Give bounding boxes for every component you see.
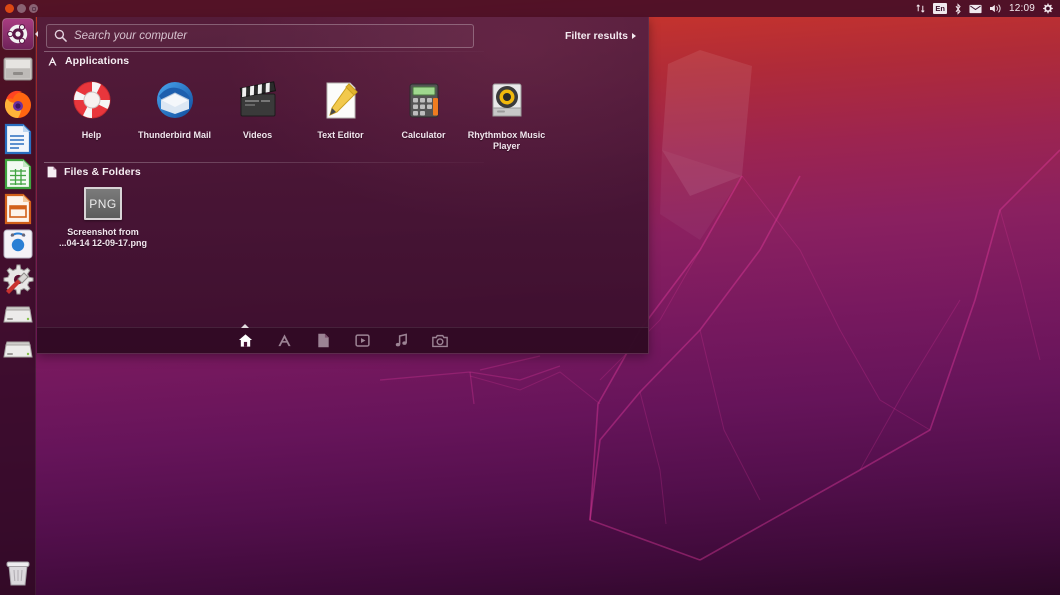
active-lens-indicator-icon bbox=[241, 324, 249, 328]
result-label: Rhythmbox Music Player bbox=[465, 130, 548, 152]
chevron-right-icon bbox=[632, 33, 636, 39]
result-item-thunderbird-mail[interactable]: Thunderbird Mail bbox=[133, 71, 216, 152]
sidebar-item-disk-2[interactable] bbox=[2, 333, 34, 365]
group-title-files-folders: Files & Folders bbox=[64, 166, 141, 178]
result-label: Thunderbird Mail bbox=[133, 130, 216, 141]
clock[interactable]: 12:09 bbox=[1009, 3, 1035, 14]
sidebar-item-ubuntu-dash-button[interactable] bbox=[2, 18, 34, 50]
filter-results-label: Filter results bbox=[565, 30, 628, 42]
result-item-calculator[interactable]: Calculator bbox=[382, 71, 465, 152]
result-item-screenshot-file[interactable]: PNG Screenshot from ...04-14 12-09-17.pn… bbox=[55, 182, 151, 249]
group-title-applications: Applications bbox=[65, 55, 129, 67]
panel-indicators: En 12:09 bbox=[915, 0, 1060, 17]
maximize-icon[interactable] bbox=[29, 4, 38, 13]
sidebar-item-system-settings[interactable] bbox=[2, 263, 34, 295]
bluetooth-icon[interactable] bbox=[954, 0, 962, 17]
calculator-icon bbox=[400, 76, 448, 124]
unity-dash: Filter results Applications bbox=[37, 17, 649, 354]
result-label: Text Editor bbox=[299, 130, 382, 141]
file-icon bbox=[47, 166, 57, 178]
group-header-files-folders: Files & Folders bbox=[37, 162, 648, 182]
text-editor-icon bbox=[317, 76, 365, 124]
files-results: PNG Screenshot from ...04-14 12-09-17.pn… bbox=[37, 182, 648, 249]
sidebar-item-files-nautilus[interactable] bbox=[2, 53, 34, 85]
gear-icon[interactable] bbox=[1042, 0, 1053, 17]
keyboard-layout-indicator[interactable]: En bbox=[933, 3, 947, 14]
dash-search-row: Filter results bbox=[37, 20, 648, 51]
lens-photos[interactable] bbox=[430, 331, 450, 351]
sidebar-item-disk-1[interactable] bbox=[2, 298, 34, 330]
volume-icon[interactable] bbox=[989, 0, 1002, 17]
minimize-icon[interactable] bbox=[17, 4, 26, 13]
sidebar-item-firefox[interactable] bbox=[2, 88, 34, 120]
png-thumbnail: PNG bbox=[84, 187, 122, 220]
videos-clapperboard-icon bbox=[234, 76, 282, 124]
search-input[interactable] bbox=[74, 30, 466, 42]
search-icon bbox=[54, 29, 67, 42]
result-label: Videos bbox=[216, 130, 299, 141]
network-icon[interactable] bbox=[915, 0, 926, 17]
help-lifering-icon bbox=[68, 76, 116, 124]
result-label: Screenshot from ...04-14 12-09-17.png bbox=[55, 227, 151, 249]
result-label: Help bbox=[50, 130, 133, 141]
lens-applications[interactable] bbox=[274, 331, 294, 351]
filter-results-button[interactable]: Filter results bbox=[565, 30, 636, 42]
applications-results: Help Thunderbird Mail bbox=[37, 71, 648, 152]
lens-video[interactable] bbox=[352, 331, 372, 351]
result-item-help[interactable]: Help bbox=[50, 71, 133, 152]
group-header-applications: Applications bbox=[37, 51, 648, 71]
rhythmbox-icon bbox=[483, 76, 531, 124]
lens-files[interactable] bbox=[313, 331, 333, 351]
launcher-active-arrow-icon bbox=[35, 31, 38, 37]
sidebar-item-trash[interactable] bbox=[2, 556, 34, 588]
window-controls[interactable] bbox=[0, 4, 38, 13]
search-box[interactable] bbox=[46, 24, 474, 48]
dash-lens-bar bbox=[37, 327, 648, 353]
unity-launcher bbox=[0, 17, 36, 595]
sidebar-item-libreoffice-writer[interactable] bbox=[2, 123, 34, 155]
close-icon[interactable] bbox=[5, 4, 14, 13]
result-label: Calculator bbox=[382, 130, 465, 141]
sidebar-item-ubuntu-software[interactable] bbox=[2, 228, 34, 260]
applications-icon bbox=[47, 56, 58, 67]
messaging-icon[interactable] bbox=[969, 0, 982, 17]
top-panel: En 12:09 bbox=[0, 0, 1060, 17]
result-item-rhythmbox[interactable]: Rhythmbox Music Player bbox=[465, 71, 548, 152]
sidebar-item-libreoffice-impress[interactable] bbox=[2, 193, 34, 225]
thunderbird-icon bbox=[151, 76, 199, 124]
sidebar-item-libreoffice-calc[interactable] bbox=[2, 158, 34, 190]
lens-music[interactable] bbox=[391, 331, 411, 351]
result-item-videos[interactable]: Videos bbox=[216, 71, 299, 152]
lens-home[interactable] bbox=[235, 331, 255, 351]
result-item-text-editor[interactable]: Text Editor bbox=[299, 71, 382, 152]
